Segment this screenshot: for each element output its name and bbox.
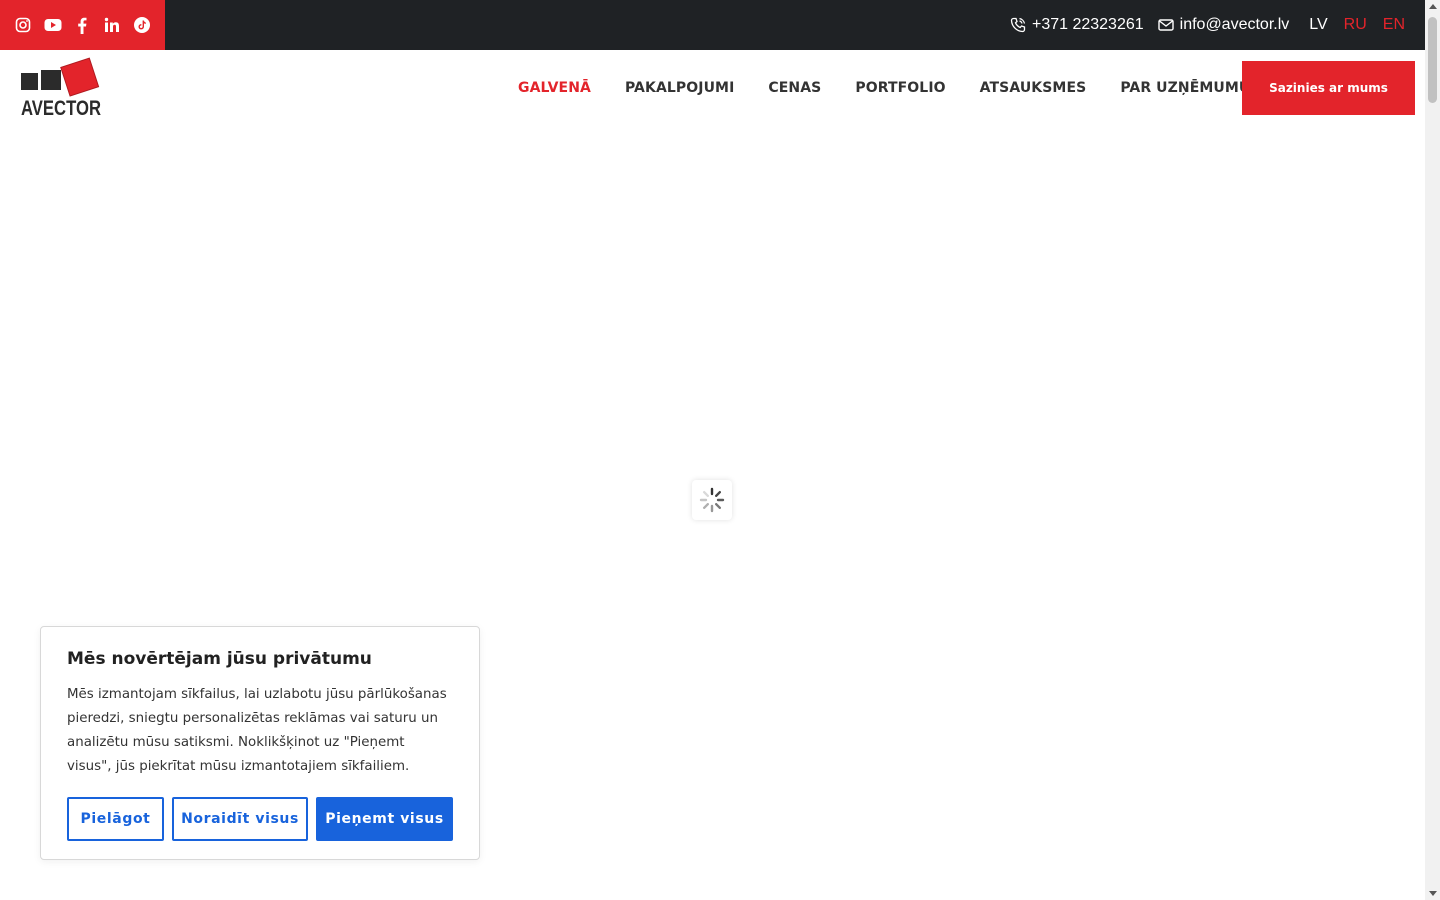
- top-bar: +371 22323261 info@avector.lv LV RU EN: [0, 0, 1425, 50]
- spinner-icon: [699, 487, 725, 513]
- phone-number: +371 22323261: [1031, 16, 1144, 33]
- youtube-icon[interactable]: [44, 16, 62, 34]
- nav-item-cenas[interactable]: CENAS: [768, 80, 821, 96]
- nav-item-par-uznemumu[interactable]: PAR UZŅĒMUMU: [1120, 80, 1250, 96]
- linkedin-icon[interactable]: [103, 16, 121, 34]
- customize-button[interactable]: Pielāgot: [67, 797, 164, 841]
- reject-all-button[interactable]: Noraidīt visus: [172, 797, 308, 841]
- avector-logo[interactable]: AVECTOR: [20, 56, 104, 120]
- page-scrollbar[interactable]: [1425, 0, 1440, 900]
- instagram-icon[interactable]: [14, 16, 32, 34]
- language-switcher: LV RU EN: [1309, 16, 1405, 34]
- email-link[interactable]: info@avector.lv: [1157, 16, 1290, 34]
- nav-item-pakalpojumi[interactable]: PAKALPOJUMI: [625, 80, 734, 96]
- scroll-down-arrow-icon[interactable]: [1429, 891, 1437, 896]
- loading-spinner: [692, 480, 732, 520]
- language-ru[interactable]: RU: [1344, 16, 1367, 34]
- contact-info: +371 22323261 info@avector.lv LV RU EN: [1010, 0, 1425, 50]
- contact-us-button[interactable]: Sazinies ar mums: [1242, 61, 1415, 115]
- nav-item-galvena[interactable]: GALVENĀ: [518, 80, 591, 96]
- language-en[interactable]: EN: [1383, 16, 1405, 34]
- main-header: AVECTOR GALVENĀ PAKALPOJUMI CENAS PORTFO…: [0, 50, 1425, 126]
- main-navigation: GALVENĀ PAKALPOJUMI CENAS PORTFOLIO ATSA…: [518, 50, 1250, 126]
- scroll-thumb[interactable]: [1428, 17, 1437, 103]
- envelope-icon: [1157, 19, 1174, 31]
- cookie-title: Mēs novērtējam jūsu privātumu: [67, 649, 372, 669]
- facebook-icon[interactable]: [73, 16, 91, 34]
- email-address: info@avector.lv: [1179, 16, 1290, 33]
- logo-text: AVECTOR: [21, 97, 101, 120]
- cookie-consent-dialog: Mēs novērtējam jūsu privātumu Mēs izmant…: [40, 626, 480, 860]
- social-links: [0, 0, 165, 50]
- cookie-description: Mēs izmantojam sīkfailus, lai uzlabotu j…: [67, 687, 447, 774]
- nav-item-atsauksmes[interactable]: ATSAUKSMES: [980, 80, 1087, 96]
- accept-all-button[interactable]: Pieņemt visus: [316, 797, 453, 841]
- phone-link[interactable]: +371 22323261: [1010, 16, 1144, 34]
- language-lv[interactable]: LV: [1309, 16, 1327, 34]
- cookie-actions: Pielāgot Noraidīt visus Pieņemt visus: [67, 797, 453, 841]
- tiktok-icon[interactable]: [133, 16, 151, 34]
- phone-icon: [1010, 17, 1026, 33]
- scroll-up-arrow-icon[interactable]: [1429, 4, 1437, 9]
- nav-item-portfolio[interactable]: PORTFOLIO: [855, 80, 945, 96]
- page: +371 22323261 info@avector.lv LV RU EN A…: [0, 0, 1440, 900]
